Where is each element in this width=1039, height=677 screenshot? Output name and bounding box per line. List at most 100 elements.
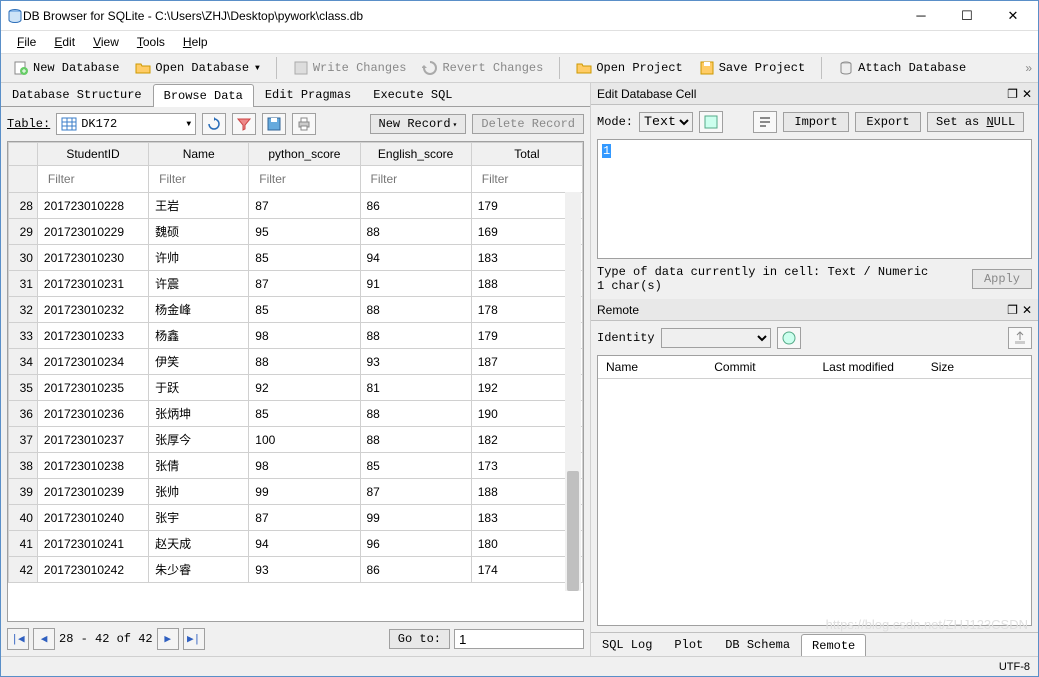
- table-label: Table:: [7, 117, 50, 131]
- text-align-button[interactable]: [753, 111, 777, 133]
- delete-record-button[interactable]: Delete Record: [472, 114, 584, 134]
- column-header[interactable]: StudentID: [37, 143, 148, 166]
- new-database-button[interactable]: New Database: [7, 58, 125, 78]
- menu-file[interactable]: File: [9, 33, 44, 51]
- table-row[interactable]: 41201723010241赵天成9496180: [9, 531, 583, 557]
- menu-view[interactable]: View: [85, 33, 127, 51]
- open-database-button[interactable]: Open Database▼: [129, 58, 265, 78]
- filter-input[interactable]: [155, 170, 242, 188]
- filter-input[interactable]: [478, 170, 576, 188]
- encoding-status: UTF-8: [999, 661, 1030, 673]
- revert-changes-button[interactable]: Revert Changes: [416, 58, 549, 78]
- new-record-button[interactable]: New Record▾: [370, 114, 467, 134]
- table-row[interactable]: 39201723010239张帅9987188: [9, 479, 583, 505]
- remote-col-name[interactable]: Name: [598, 356, 706, 378]
- tab-db-structure[interactable]: Database Structure: [1, 83, 153, 106]
- cell-char-count: 1 char(s): [597, 279, 928, 293]
- table-row[interactable]: 42201723010242朱少睿9386174: [9, 557, 583, 583]
- nav-next-button[interactable]: ▶: [157, 628, 179, 650]
- tab-edit-pragmas[interactable]: Edit Pragmas: [254, 83, 362, 106]
- main-toolbar: New Database Open Database▼ Write Change…: [1, 53, 1038, 83]
- cell-editor[interactable]: 1: [597, 139, 1032, 259]
- column-header[interactable]: Total: [471, 143, 582, 166]
- close-panel-icon[interactable]: ✕: [1022, 303, 1032, 317]
- maximize-button[interactable]: ☐: [948, 4, 986, 28]
- undock-icon[interactable]: ❐: [1007, 87, 1018, 101]
- remote-push-button[interactable]: [1008, 327, 1032, 349]
- column-header[interactable]: python_score: [249, 143, 360, 166]
- close-button[interactable]: ✕: [994, 4, 1032, 28]
- identity-add-button[interactable]: [777, 327, 801, 349]
- remote-col-commit[interactable]: Commit: [706, 356, 814, 378]
- mode-label: Mode:: [597, 115, 633, 129]
- app-icon: [7, 8, 23, 24]
- tab-plot[interactable]: Plot: [663, 633, 714, 656]
- menubar: File Edit View Tools Help: [1, 31, 1038, 53]
- set-null-button[interactable]: Set as NULL: [927, 112, 1024, 132]
- table-row[interactable]: 38201723010238张倩9885173: [9, 453, 583, 479]
- tab-db-schema[interactable]: DB Schema: [714, 633, 801, 656]
- mode-select[interactable]: Text: [639, 112, 693, 132]
- table-row[interactable]: 31201723010231许震8791188: [9, 271, 583, 297]
- write-changes-button[interactable]: Write Changes: [287, 58, 413, 78]
- tab-sql-log[interactable]: SQL Log: [591, 633, 663, 656]
- apply-button[interactable]: Apply: [972, 269, 1032, 289]
- filter-input[interactable]: [367, 170, 465, 188]
- menu-tools[interactable]: Tools: [129, 33, 173, 51]
- vertical-scrollbar[interactable]: [565, 192, 581, 591]
- statusbar: UTF-8: [1, 656, 1038, 676]
- filter-input[interactable]: [44, 170, 142, 188]
- column-header[interactable]: English_score: [360, 143, 471, 166]
- titlebar: DB Browser for SQLite - C:\Users\ZHJ\Des…: [1, 1, 1038, 31]
- remote-col-size[interactable]: Size: [923, 356, 1031, 378]
- table-row[interactable]: 37201723010237张厚今10088182: [9, 427, 583, 453]
- remote-table[interactable]: Name Commit Last modified Size: [597, 355, 1032, 626]
- table-row[interactable]: 29201723010229魏硕9588169: [9, 219, 583, 245]
- save-project-button[interactable]: Save Project: [693, 58, 811, 78]
- column-header[interactable]: Name: [149, 143, 249, 166]
- goto-button[interactable]: Go to:: [389, 629, 450, 649]
- cell-type-info: Type of data currently in cell: Text / N…: [597, 265, 928, 279]
- menu-edit[interactable]: Edit: [46, 33, 83, 51]
- undock-icon[interactable]: ❐: [1007, 303, 1018, 317]
- print-button[interactable]: [292, 113, 316, 135]
- data-grid[interactable]: StudentIDNamepython_scoreEnglish_scoreTo…: [7, 141, 584, 622]
- save-table-button[interactable]: [262, 113, 286, 135]
- import-button[interactable]: Import: [783, 112, 849, 132]
- tab-remote[interactable]: Remote: [801, 634, 866, 656]
- table-row[interactable]: 35201723010235于跃9281192: [9, 375, 583, 401]
- menu-help[interactable]: Help: [175, 33, 216, 51]
- attach-database-button[interactable]: Attach Database: [832, 58, 972, 78]
- table-select[interactable]: DK172 ▼: [56, 113, 196, 135]
- edit-cell-header: Edit Database Cell ❐✕: [591, 83, 1038, 105]
- clear-filters-button[interactable]: [232, 113, 256, 135]
- table-row[interactable]: 40201723010240张宇8799183: [9, 505, 583, 531]
- window-title: DB Browser for SQLite - C:\Users\ZHJ\Des…: [23, 9, 902, 23]
- remote-header: Remote ❐✕: [591, 299, 1038, 321]
- table-row[interactable]: 33201723010233杨鑫9888179: [9, 323, 583, 349]
- nav-last-button[interactable]: ▶|: [183, 628, 205, 650]
- filter-input[interactable]: [255, 170, 353, 188]
- open-project-button[interactable]: Open Project: [570, 58, 688, 78]
- chevron-down-icon: ▼: [255, 64, 260, 73]
- table-row[interactable]: 36201723010236张炳坤8588190: [9, 401, 583, 427]
- nav-prev-button[interactable]: ◀: [33, 628, 55, 650]
- tab-browse-data[interactable]: Browse Data: [153, 84, 254, 107]
- nav-position: 28 - 42 of 42: [59, 632, 153, 646]
- table-row[interactable]: 30201723010230许帅8594183: [9, 245, 583, 271]
- nav-first-button[interactable]: |◀: [7, 628, 29, 650]
- refresh-button[interactable]: [202, 113, 226, 135]
- open-editor-button[interactable]: [699, 111, 723, 133]
- chevron-down-icon: ▼: [186, 120, 191, 129]
- table-row[interactable]: 28201723010228王岩8786179: [9, 193, 583, 219]
- table-row[interactable]: 34201723010234伊笑8893187: [9, 349, 583, 375]
- tab-execute-sql[interactable]: Execute SQL: [362, 83, 463, 106]
- toolbar-overflow-icon[interactable]: »: [1025, 61, 1032, 75]
- goto-input[interactable]: [454, 629, 584, 649]
- identity-select[interactable]: [661, 328, 771, 348]
- table-row[interactable]: 32201723010232杨金峰8588178: [9, 297, 583, 323]
- close-panel-icon[interactable]: ✕: [1022, 87, 1032, 101]
- remote-col-modified[interactable]: Last modified: [815, 356, 923, 378]
- export-button[interactable]: Export: [855, 112, 921, 132]
- minimize-button[interactable]: ─: [902, 4, 940, 28]
